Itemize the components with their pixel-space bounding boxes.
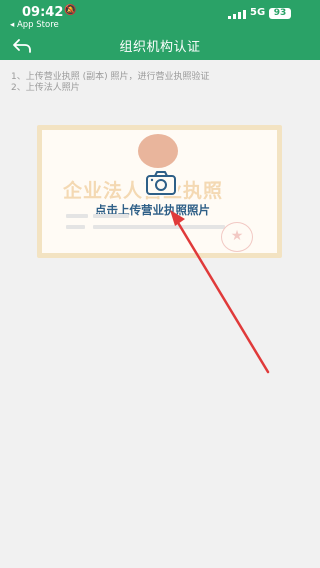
- mute-bell-icon: 🔕: [64, 5, 77, 16]
- instruction-line-1: 1、上传营业执照 (副本) 照片，进行营业执照验证: [11, 72, 210, 82]
- instruction-line-2: 2、上传法人照片: [11, 83, 80, 93]
- page-title: 组织机构认证: [119, 40, 201, 55]
- license-emblem-placeholder: [138, 134, 178, 168]
- network-type: 5G: [250, 7, 266, 18]
- status-time: 09:42: [22, 5, 64, 20]
- placeholder-line: [93, 225, 225, 229]
- placeholder-line: [66, 225, 85, 229]
- official-stamp-icon: ★: [221, 222, 253, 252]
- cellular-signal-icon: [228, 10, 246, 19]
- top-header: 09:42 🔕 ◂ App Store 5G 93 组织机构认证: [0, 0, 320, 60]
- placeholder-line: [93, 214, 129, 218]
- license-watermark-title: 企业法人营业执照: [63, 180, 224, 202]
- back-to-app-store-link[interactable]: ◂ App Store: [10, 20, 59, 30]
- battery-level: 93: [269, 8, 291, 19]
- placeholder-line: [66, 214, 88, 218]
- instructions-list: 1、上传营业执照 (副本) 照片，进行营业执照验证 2、上传法人照片: [11, 72, 209, 94]
- camera-icon[interactable]: [144, 170, 178, 196]
